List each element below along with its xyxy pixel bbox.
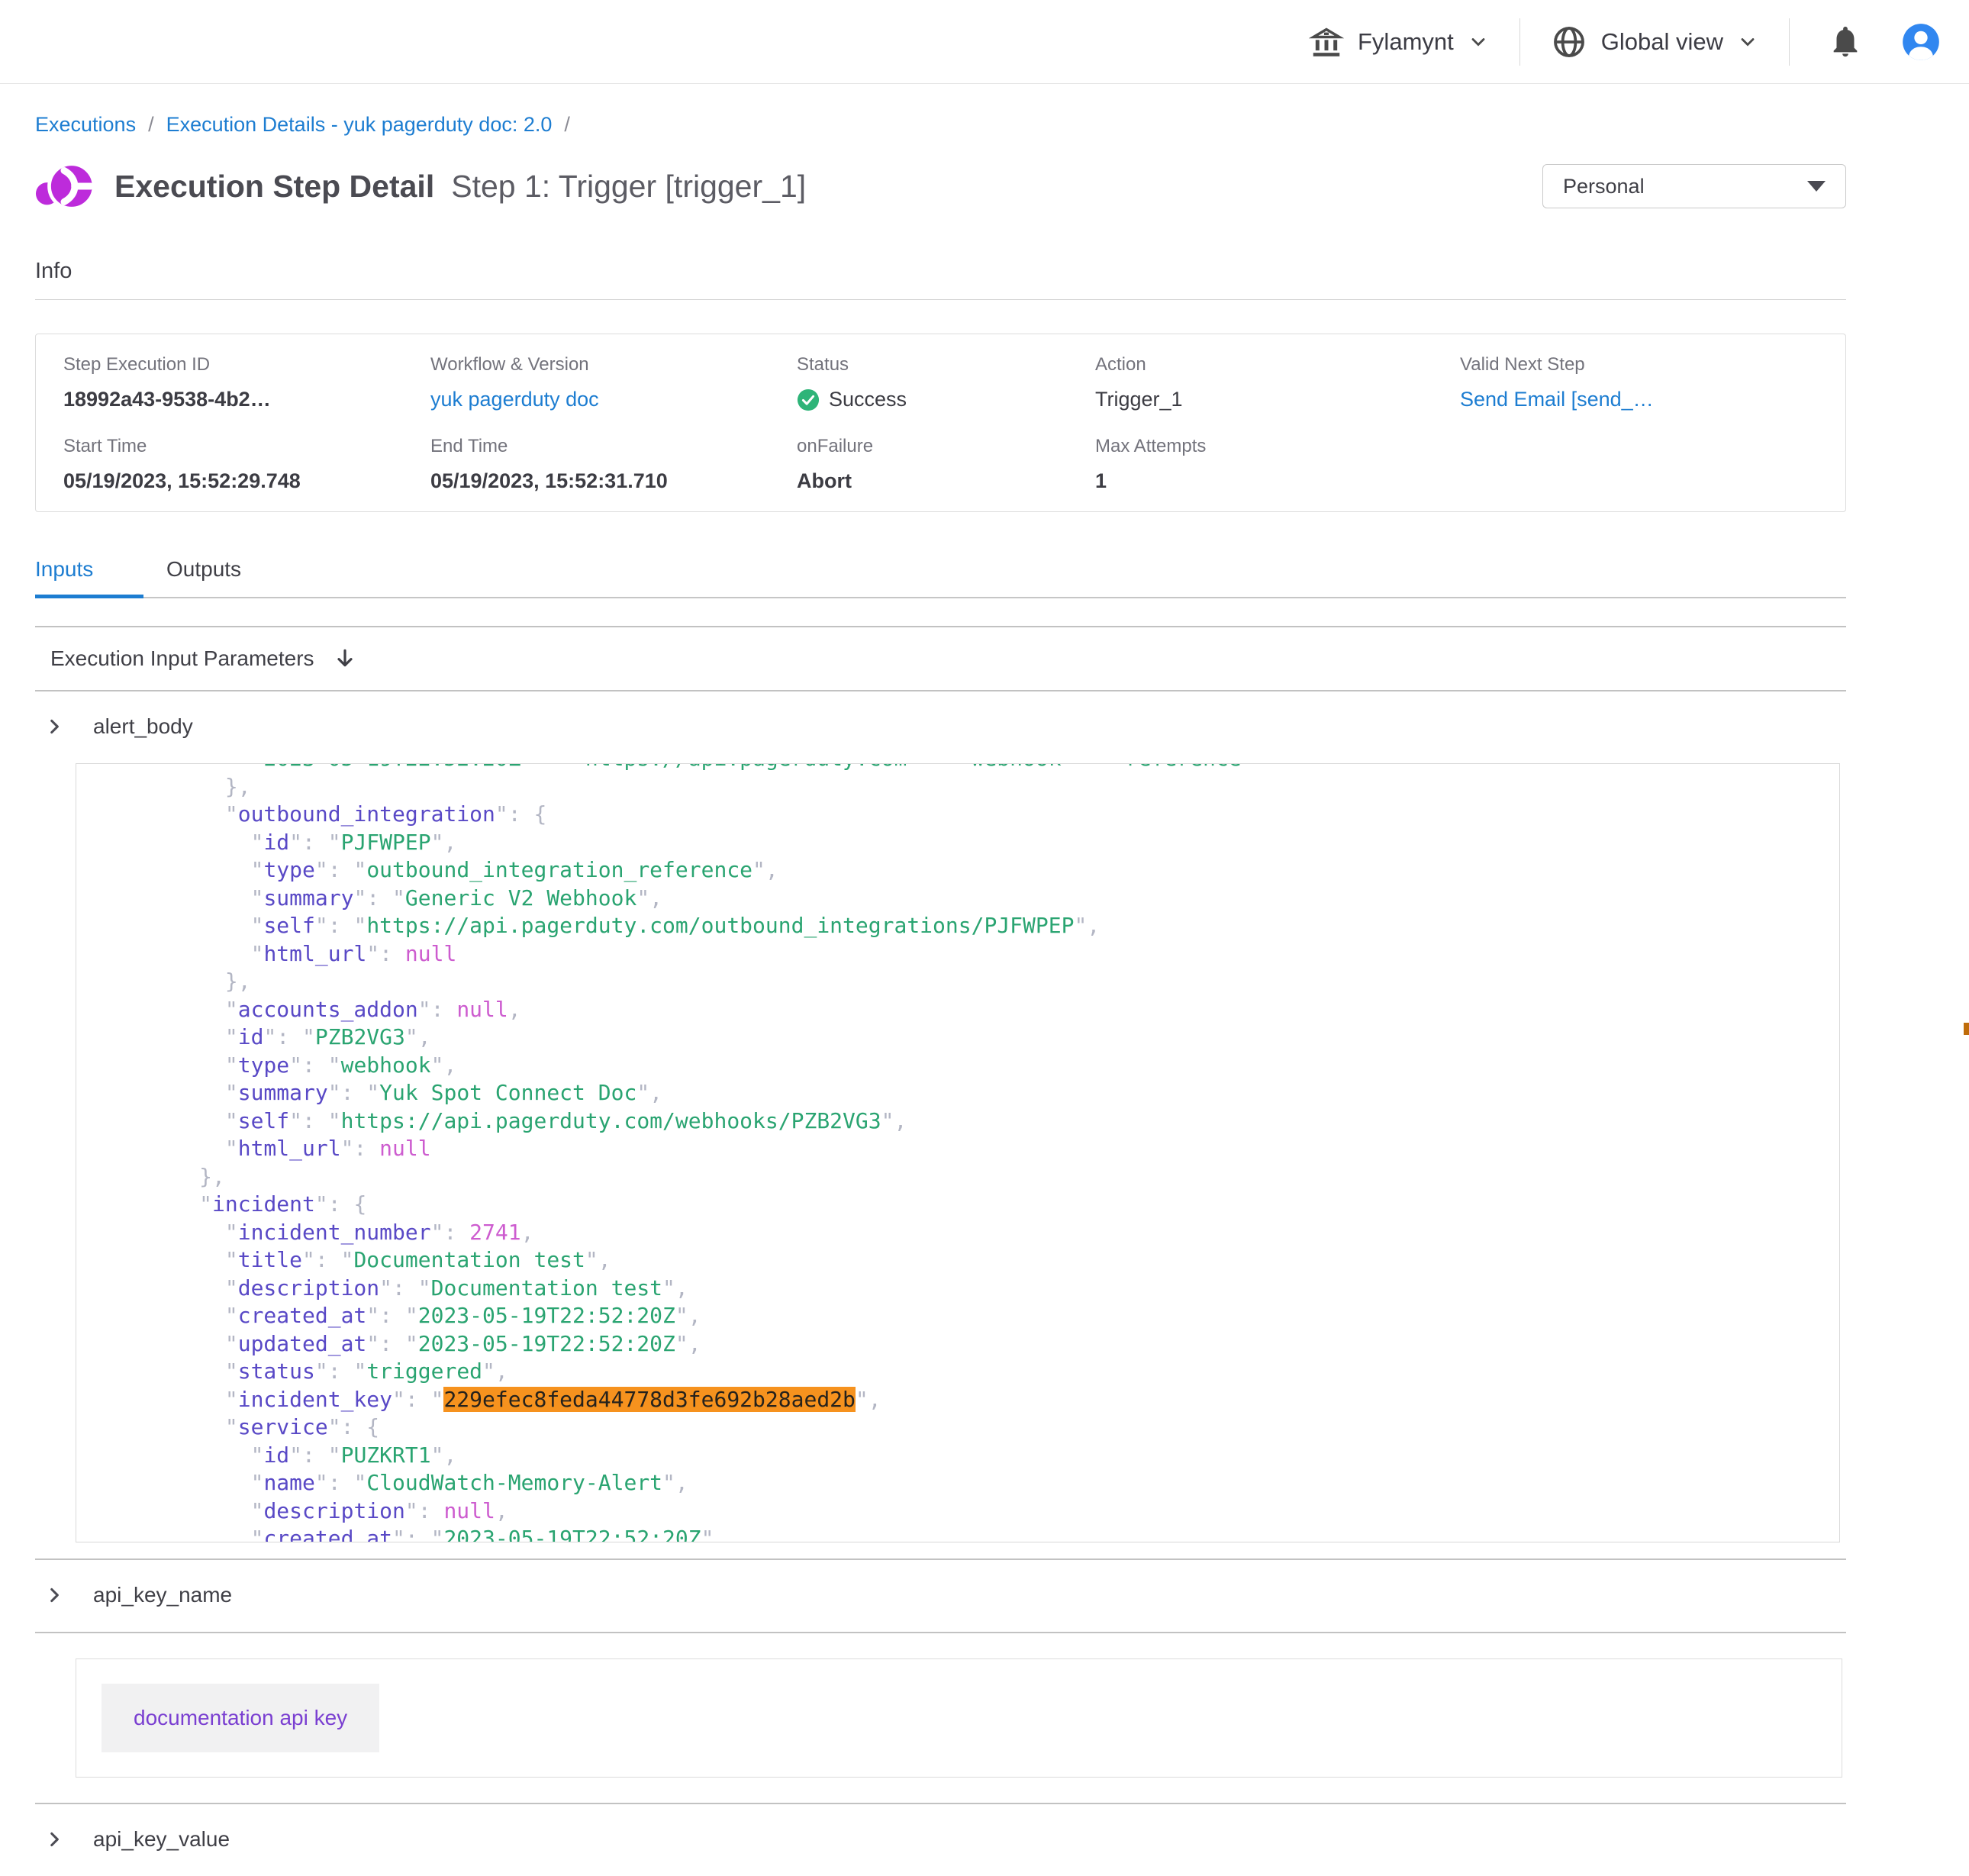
workflow-link[interactable]: yuk pagerduty doc [430,388,599,411]
info-field-onfailure: onFailure Abort [797,437,1095,493]
code-line: "status": "triggered", [122,1358,1839,1386]
code-line: "self": "https://api.pagerduty.com/outbo… [122,912,1839,940]
code-line: "created_at": "2023-05-19T22:52:20Z", [122,1525,1839,1542]
code-line: "incident_number": 2741, [122,1219,1839,1247]
code-line: "incident": { [122,1191,1839,1219]
info-field-end-time: End Time 05/19/2023, 15:52:31.710 [430,437,797,493]
globe-icon [1551,24,1587,60]
scope-selector[interactable]: Personal [1542,164,1846,208]
divider [1519,18,1520,66]
arrow-down-icon[interactable] [333,646,357,671]
avatar-icon [1901,22,1941,62]
expander-label: alert_body [93,714,193,739]
execution-input-parameters-label: Execution Input Parameters [50,646,314,671]
code-line: "created_at": "2023-05-19T22:52:20Z", [122,1302,1839,1330]
check-circle-icon [797,388,820,411]
info-field-valid-next-step: Valid Next Step Send Email [send_… [1460,356,1845,411]
workflow-step-icon [35,156,95,216]
code-line: "self": "https://api.pagerduty.com/webho… [122,1107,1839,1136]
breadcrumb-executions[interactable]: Executions [35,113,136,137]
view-menu[interactable]: Global view [1551,24,1758,60]
page-title: Execution Step Detail [114,169,434,205]
code-line: "summary": "Generic V2 Webhook", [122,885,1839,913]
title-row: Execution Step Detail Step 1: Trigger [t… [35,156,1846,216]
chevron-down-icon [1737,31,1758,53]
info-field-action: Action Trigger_1 [1095,356,1460,411]
breadcrumb-execution-details[interactable]: Execution Details - yuk pagerduty doc: 2… [166,113,553,137]
breadcrumb-separator: / [564,113,570,137]
code-line: "service": { [122,1413,1839,1442]
code-line: "id": "PUZKRT1", [122,1442,1839,1470]
code-lines: "2023-05-19T22:52:20Z" "https://api.page… [76,763,1839,1542]
code-line: "updated_at": "2023-05-19T22:52:20Z", [122,1330,1839,1359]
code-line: "incident_key": "229efec8feda44778d3fe69… [122,1386,1839,1414]
expander-api-key-value[interactable]: api_key_value [35,1804,1846,1876]
code-line: "2023-05-19T22:52:20Z" "https://api.page… [122,763,1839,773]
status-badge: Success [829,388,907,411]
expander-api-key-name[interactable]: api_key_name [35,1560,1846,1632]
code-line: "type": "outbound_integration_reference"… [122,856,1839,885]
view-menu-label: Global view [1601,28,1723,56]
info-field-step-execution-id: Step Execution ID 18992a43-9538-4b2… [63,356,430,411]
org-menu-label: Fylamynt [1358,28,1454,56]
code-line: }, [122,773,1839,801]
scope-selector-value: Personal [1563,175,1645,198]
divider [35,1632,1846,1633]
code-line: "outbound_integration": { [122,801,1839,829]
caret-down-icon [1807,181,1826,192]
expander-label: api_key_name [93,1583,232,1607]
page-subtitle: Step 1: Trigger [trigger_1] [451,169,806,205]
org-menu[interactable]: Fylamynt [1309,24,1489,60]
top-bar: Fylamynt Global view [0,0,1969,84]
code-line: "type": "webhook", [122,1052,1839,1080]
chevron-right-icon [44,1585,64,1605]
bank-icon [1309,24,1344,60]
main-content: Executions / Execution Details - yuk pag… [0,113,1969,1876]
tabs: Inputs Outputs [35,545,1846,598]
notifications-button[interactable] [1828,24,1863,60]
breadcrumb: Executions / Execution Details - yuk pag… [35,113,1846,137]
execution-input-parameters-header: Execution Input Parameters [35,627,1846,690]
code-line: "id": "PJFWPEP", [122,829,1839,857]
info-field-status: Status Success [797,356,1095,411]
code-line: }, [122,1163,1839,1191]
chevron-right-icon [44,717,64,737]
chevron-down-icon [1468,31,1489,53]
code-line: }, [122,968,1839,996]
api-key-name-chip: documentation api key [102,1684,379,1752]
next-step-link[interactable]: Send Email [send_… [1460,388,1654,411]
info-field-start-time: Start Time 05/19/2023, 15:52:29.748 [63,437,430,493]
tab-inputs[interactable]: Inputs [35,545,143,597]
info-card: Step Execution ID 18992a43-9538-4b2… Wor… [35,334,1846,512]
chevron-right-icon [44,1829,64,1849]
expander-alert-body[interactable]: alert_body [35,691,1846,763]
info-heading: Info [35,259,1846,300]
tab-outputs[interactable]: Outputs [166,545,241,597]
divider [1789,18,1790,66]
code-line: "title": "Documentation test", [122,1246,1839,1275]
code-line: "name": "CloudWatch-Memory-Alert", [122,1469,1839,1497]
code-line: "accounts_addon": null, [122,996,1839,1024]
info-field-workflow-version: Workflow & Version yuk pagerduty doc [430,356,797,411]
code-line: "id": "PZB2VG3", [122,1023,1839,1052]
scrollbar-match-indicator [1964,1023,1969,1035]
alert-body-json-viewer[interactable]: "2023-05-19T22:52:20Z" "https://api.page… [76,763,1840,1542]
code-line: "html_url": null [122,940,1839,969]
code-line: "description": null, [122,1497,1839,1526]
code-line: "html_url": null [122,1135,1839,1163]
info-field-max-attempts: Max Attempts 1 [1095,437,1460,493]
breadcrumb-separator: / [148,113,154,137]
bell-icon [1828,24,1863,60]
code-line: "summary": "Yuk Spot Connect Doc", [122,1079,1839,1107]
code-line: "description": "Documentation test", [122,1275,1839,1303]
account-button[interactable] [1901,22,1941,62]
expander-label: api_key_value [93,1827,230,1852]
api-key-name-panel: documentation api key [76,1658,1842,1778]
